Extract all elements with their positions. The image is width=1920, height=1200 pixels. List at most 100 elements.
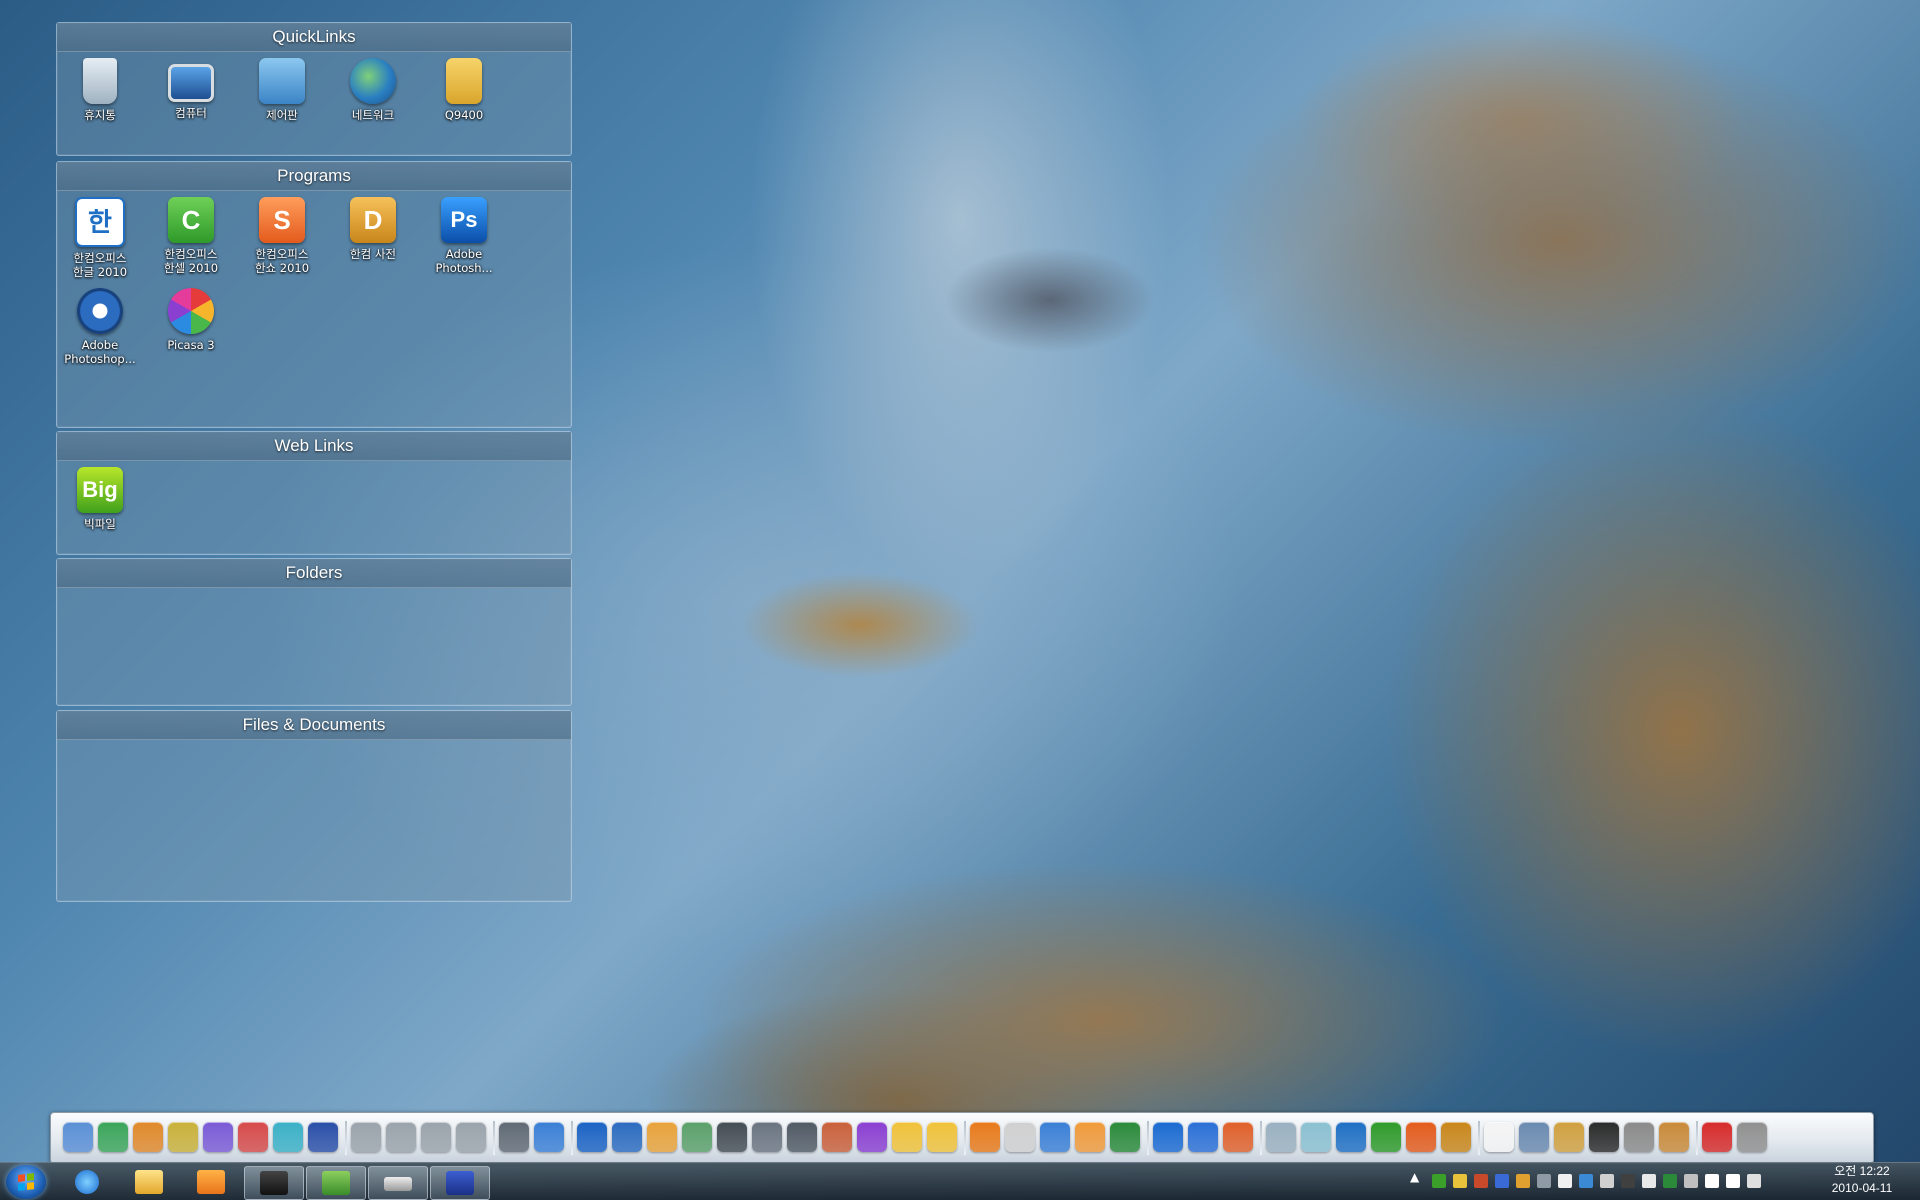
camera-icon[interactable] — [612, 1122, 642, 1152]
taskbar-media-player[interactable] — [182, 1166, 240, 1198]
tray-icon[interactable] — [1726, 1174, 1740, 1188]
tray-icon[interactable] — [1621, 1174, 1635, 1188]
desktop-wallpaper: QuickLinks 휴지통 컴퓨터 제어판 네트워크 Q9400 Progra… — [0, 0, 1920, 1200]
tray-icon[interactable] — [1474, 1174, 1488, 1188]
tray-icon[interactable] — [1453, 1174, 1467, 1188]
desktop-icon-photoshop-express[interactable]: Adobe Photoshop... — [57, 288, 143, 366]
satellite-icon[interactable] — [534, 1122, 564, 1152]
globe-icon[interactable] — [98, 1122, 128, 1152]
photo-icon[interactable] — [717, 1122, 747, 1152]
drive-icon[interactable] — [421, 1122, 451, 1152]
drive-icon[interactable] — [351, 1122, 381, 1152]
desktop-icon-control-panel[interactable]: 제어판 — [239, 58, 325, 122]
save-icon[interactable] — [308, 1122, 338, 1152]
fence-title[interactable]: Programs — [57, 162, 571, 191]
desktop-icon-recycle-bin[interactable]: 휴지통 — [57, 58, 143, 122]
desktop-icon-computer[interactable]: 컴퓨터 — [148, 58, 234, 120]
camera-icon[interactable] — [787, 1122, 817, 1152]
play-icon[interactable] — [1040, 1122, 1070, 1152]
tray-icon[interactable] — [1747, 1174, 1761, 1188]
desktop-icon-picasa[interactable]: Picasa 3 — [148, 288, 234, 352]
tray-icon[interactable] — [1579, 1174, 1593, 1188]
tray-icon[interactable] — [1516, 1174, 1530, 1188]
tools-icon[interactable] — [1624, 1122, 1654, 1152]
desktop-icon-hancell[interactable]: C 한컴오피스 한셀 2010 — [148, 197, 234, 275]
drive-icon[interactable] — [386, 1122, 416, 1152]
desktop-icon-bigfile[interactable]: Big 빅파일 — [57, 467, 143, 531]
fence-title[interactable]: Web Links — [57, 432, 571, 461]
dictionary-icon[interactable] — [1441, 1122, 1471, 1152]
webcam-icon[interactable] — [499, 1122, 529, 1152]
power-icon[interactable] — [1702, 1122, 1732, 1152]
firefox-icon[interactable] — [1223, 1122, 1253, 1152]
taskbar-clock[interactable]: 오전 12:22 2010-04-11 — [1814, 1163, 1910, 1197]
computer-icon — [168, 64, 214, 102]
devices-icon[interactable] — [752, 1122, 782, 1152]
taskbar-save[interactable] — [430, 1166, 490, 1200]
taskbar-ie[interactable] — [58, 1166, 116, 1198]
shield-icon[interactable] — [1519, 1122, 1549, 1152]
tray-icon[interactable] — [1642, 1174, 1656, 1188]
taskbar-network[interactable] — [306, 1166, 366, 1200]
start-button[interactable] — [6, 1165, 46, 1199]
bookmark-icon[interactable] — [168, 1122, 198, 1152]
clock-icon[interactable] — [1484, 1122, 1514, 1152]
fence-title[interactable]: QuickLinks — [57, 23, 571, 52]
bigfile-icon: Big — [77, 467, 123, 513]
tray-icon[interactable] — [1495, 1174, 1509, 1188]
clock-date: 2010-04-11 — [1831, 1181, 1893, 1195]
appstore-icon[interactable] — [1188, 1122, 1218, 1152]
desktop-icon-user-folder[interactable]: Q9400 — [421, 58, 507, 122]
tools-icon[interactable] — [822, 1122, 852, 1152]
tray-icon[interactable] — [1600, 1174, 1614, 1188]
hp-icon[interactable] — [1589, 1122, 1619, 1152]
tray-icon[interactable] — [1558, 1174, 1572, 1188]
desktop-icon-network[interactable]: 네트워크 — [330, 58, 416, 122]
phone-icon[interactable] — [238, 1122, 268, 1152]
media-icon[interactable] — [1075, 1122, 1105, 1152]
fence-title[interactable]: Folders — [57, 559, 571, 588]
tray-icon[interactable] — [1432, 1174, 1446, 1188]
document-icon[interactable] — [133, 1122, 163, 1152]
hancell-icon[interactable] — [1371, 1122, 1401, 1152]
taskbar-explorer[interactable] — [120, 1166, 178, 1198]
taskbar-device-manager[interactable] — [244, 1166, 304, 1200]
fence-title[interactable]: Files & Documents — [57, 711, 571, 740]
desktop-icon-hancom-dictionary[interactable]: D 한컴 사전 — [330, 197, 416, 261]
download-folder-icon[interactable] — [273, 1122, 303, 1152]
picasa-icon[interactable] — [857, 1122, 887, 1152]
dock-separator — [1260, 1121, 1262, 1155]
eraser-icon[interactable] — [1301, 1122, 1331, 1152]
tray-icon[interactable] — [1537, 1174, 1551, 1188]
folder-icon[interactable] — [203, 1122, 233, 1152]
dock-bar — [50, 1112, 1874, 1164]
font-icon[interactable] — [1554, 1122, 1584, 1152]
messenger-icon[interactable] — [892, 1122, 922, 1152]
taskbar-drive[interactable] — [368, 1166, 428, 1200]
drive-icon — [384, 1177, 412, 1191]
drive-icon[interactable] — [456, 1122, 486, 1152]
scanner-icon[interactable] — [682, 1122, 712, 1152]
document-icon[interactable] — [1266, 1122, 1296, 1152]
tray-expand-icon[interactable]: ▲ — [1410, 1170, 1419, 1184]
user-folder-icon — [446, 58, 482, 104]
windows-icon[interactable] — [1110, 1122, 1140, 1152]
hammer-icon[interactable] — [1659, 1122, 1689, 1152]
tray-icon[interactable] — [1705, 1174, 1719, 1188]
paint-icon[interactable] — [647, 1122, 677, 1152]
printer-icon[interactable] — [63, 1122, 93, 1152]
tray-icon[interactable] — [1663, 1174, 1677, 1188]
hanshow-icon[interactable] — [1406, 1122, 1436, 1152]
chain-icon[interactable] — [970, 1122, 1000, 1152]
penguin-icon[interactable] — [1005, 1122, 1035, 1152]
messenger-icon[interactable] — [927, 1122, 957, 1152]
hwp-icon[interactable] — [1336, 1122, 1366, 1152]
shutdown-icon[interactable] — [1737, 1122, 1767, 1152]
desktop-icon-photoshop[interactable]: Ps Adobe Photosh... — [421, 197, 507, 275]
photoshop-icon[interactable] — [577, 1122, 607, 1152]
desktop-icon-hwp[interactable]: 한 한컴오피스 한글 2010 — [57, 197, 143, 279]
ie-icon[interactable] — [1153, 1122, 1183, 1152]
desktop-icon-hanshow[interactable]: S 한컴오피스 한쇼 2010 — [239, 197, 325, 275]
windows-logo-icon — [18, 1173, 34, 1191]
tray-icon[interactable] — [1684, 1174, 1698, 1188]
